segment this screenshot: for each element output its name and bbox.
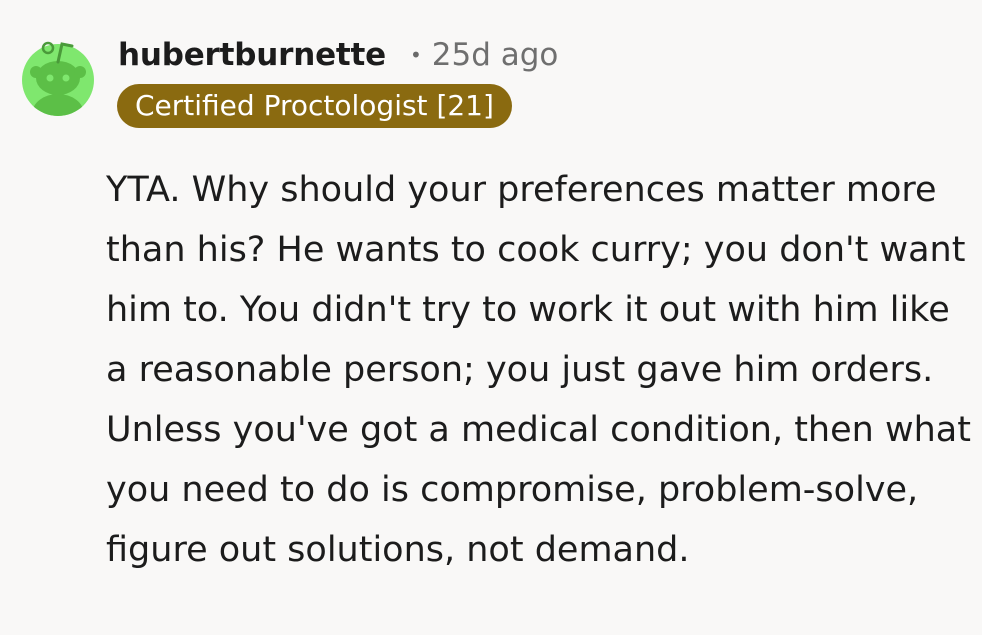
comment-header: hubertburnette • 25d ago <box>118 30 558 80</box>
comment-body: YTA. Why should your preferences matter … <box>106 170 971 570</box>
author-username[interactable]: hubertburnette <box>118 37 386 73</box>
snoo-avatar-icon <box>22 41 94 116</box>
avatar[interactable] <box>22 22 94 116</box>
user-flair-badge: Certified Proctologist [21] <box>117 84 512 128</box>
comment-timestamp[interactable]: 25d ago <box>432 37 559 73</box>
meta-separator: • <box>409 43 422 67</box>
comment: hubertburnette • 25d ago Certified Proct… <box>0 0 982 635</box>
